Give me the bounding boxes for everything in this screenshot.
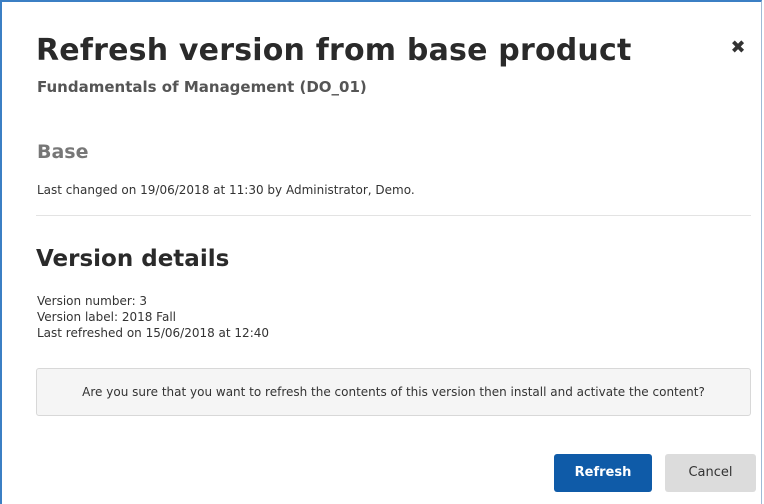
refresh-version-dialog: Refresh version from base product Fundam… — [0, 0, 762, 504]
version-label-text: Version label: 2018 Fall — [37, 310, 176, 324]
refresh-button[interactable]: Refresh — [554, 454, 652, 492]
close-icon[interactable]: ✖ — [728, 38, 748, 58]
base-heading: Base — [37, 141, 89, 163]
confirmation-message: Are you sure that you want to refresh th… — [36, 368, 751, 416]
cancel-button[interactable]: Cancel — [665, 454, 756, 492]
base-last-changed-text: Last changed on 19/06/2018 at 11:30 by A… — [37, 183, 415, 197]
section-divider — [36, 215, 751, 216]
dialog-subtitle: Fundamentals of Management (DO_01) — [37, 78, 367, 96]
dialog-title: Refresh version from base product — [36, 33, 632, 68]
last-refreshed-text: Last refreshed on 15/06/2018 at 12:40 — [37, 326, 270, 340]
version-details-heading: Version details — [36, 246, 230, 272]
version-number-text: Version number: 3 — [37, 294, 148, 308]
version-details-info: Version number: 3 Version label: 2018 Fa… — [37, 293, 269, 341]
